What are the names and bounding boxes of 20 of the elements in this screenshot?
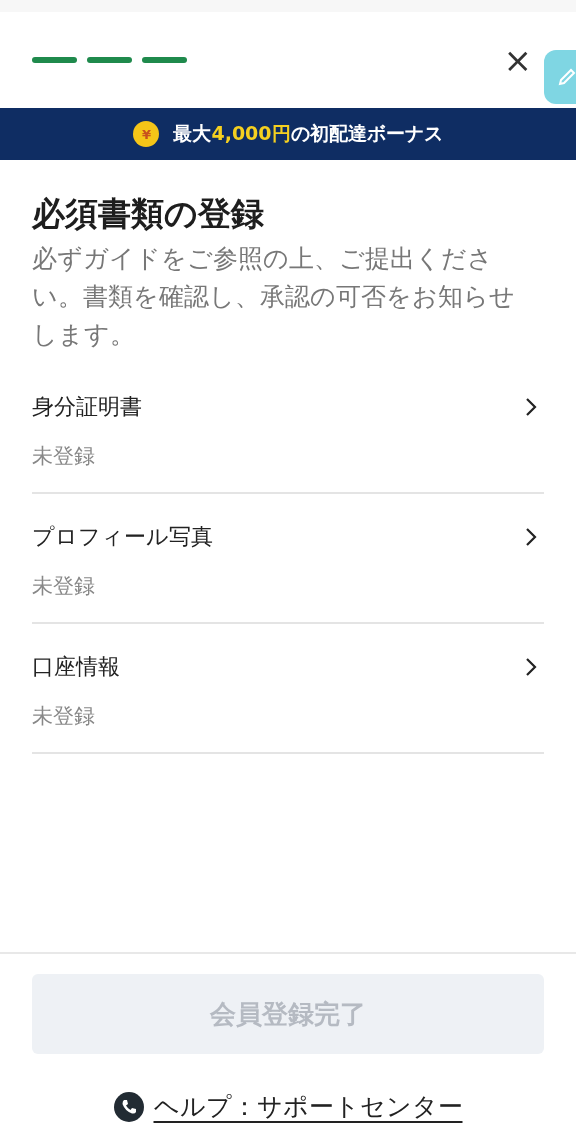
phone-icon: [113, 1091, 144, 1122]
bonus-banner-text: 最大4,000円の初配達ボーナス: [173, 121, 443, 146]
document-name: プロフィール写真: [32, 523, 213, 551]
document-status: 未登録: [32, 703, 96, 730]
document-name: 身分証明書: [32, 393, 142, 421]
document-status: 未登録: [32, 573, 96, 600]
pencil-icon: [557, 67, 576, 87]
support-center-link[interactable]: ヘルプ：サポートセンター: [153, 1090, 463, 1123]
page-title: 必須書類の登録: [32, 193, 265, 235]
description-text: 必ずガイドをご参照の上、ご提出ください。書類を確認し、承認の可否をお知らせします。: [32, 243, 516, 351]
document-status: 未登録: [32, 443, 96, 470]
document-list-item[interactable]: 身分証明書 未登録: [32, 364, 544, 494]
document-list-item[interactable]: 口座情報 未登録: [32, 624, 544, 754]
close-button[interactable]: ×: [503, 43, 532, 77]
document-list-item[interactable]: プロフィール写真 未登録: [32, 494, 544, 624]
yen-coin-icon: ¥: [133, 121, 160, 147]
document-name: 口座情報: [32, 653, 120, 681]
chevron-right-icon: [524, 396, 538, 418]
chevron-right-icon: [524, 526, 538, 548]
chevron-right-icon: [524, 656, 538, 678]
